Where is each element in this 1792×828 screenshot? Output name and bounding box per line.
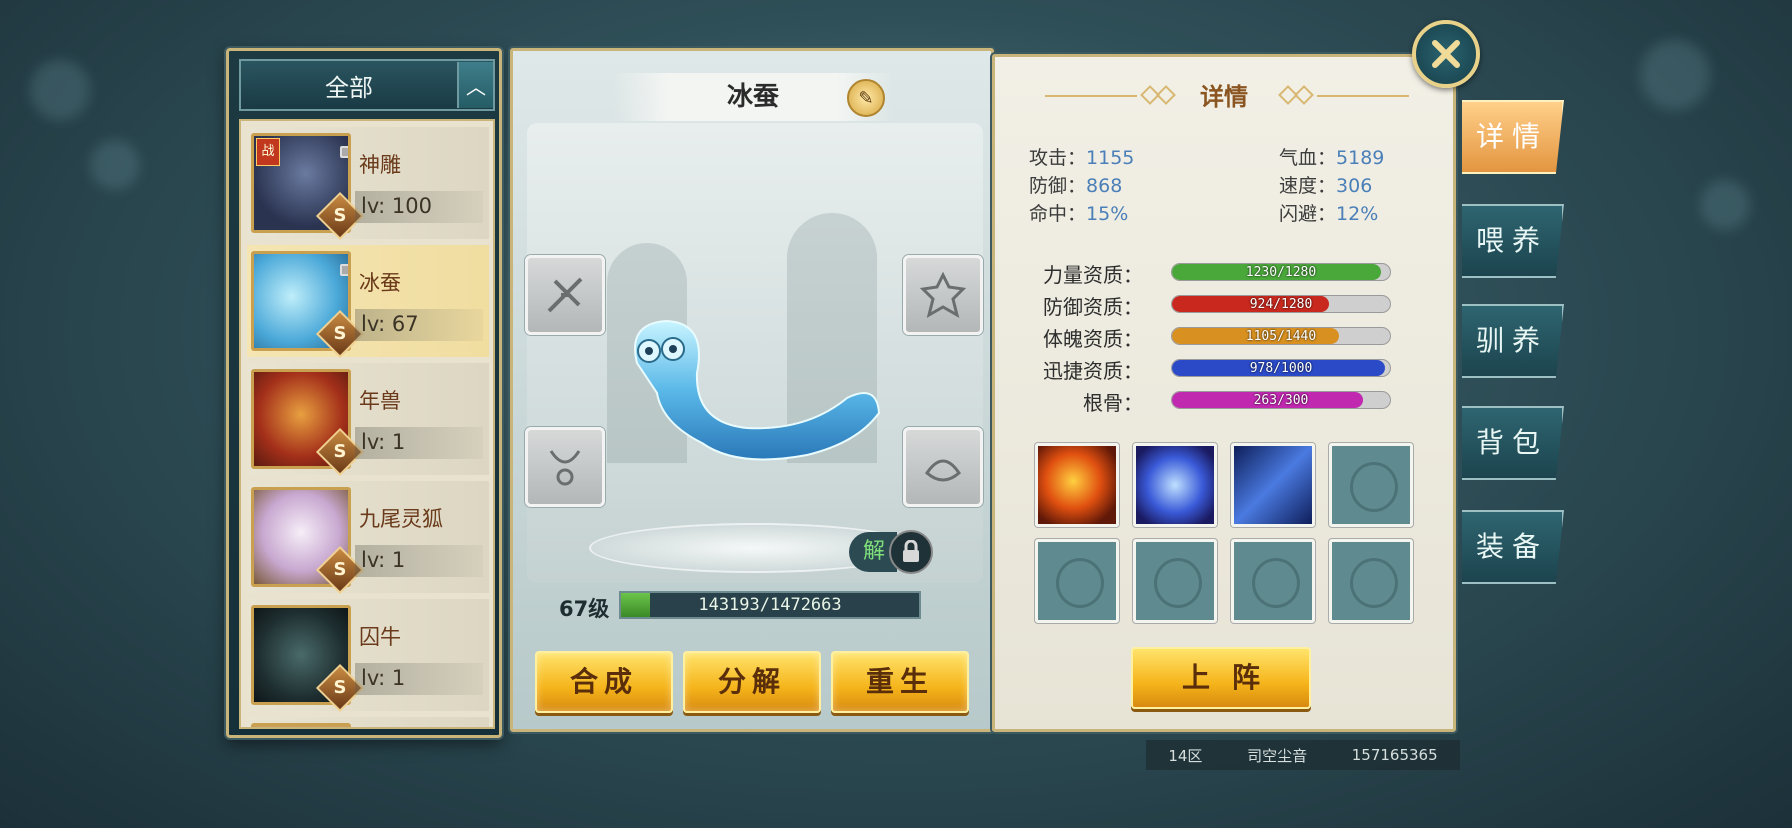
- aptitude-value: 1105/1440: [1245, 329, 1317, 344]
- skill-slot-fire[interactable]: [1035, 443, 1119, 527]
- pet-name: 囚牛: [359, 625, 401, 649]
- aptitude-bar: 1105/1440: [1171, 327, 1391, 345]
- equip-slot-amulet[interactable]: [525, 427, 605, 507]
- lock-icon: [340, 146, 348, 158]
- necklace-icon: [549, 450, 581, 486]
- skill-slot-claw[interactable]: [1231, 443, 1315, 527]
- lock-icon: [340, 264, 348, 276]
- aptitude-value: 924/1280: [1249, 297, 1313, 312]
- pet-list-item[interactable]: S 年兽 lv: 1: [247, 363, 489, 477]
- pet-name: 年兽: [359, 389, 401, 413]
- filter-label: 全部: [325, 73, 373, 102]
- pet-list[interactable]: 战 S 神雕 lv: 100 S 冰蚕 lv: 67 S 年兽 lv: 1 S …: [239, 119, 495, 729]
- pet-display-panel: 冰蚕 ✎ 解 67级 143193/1472663 合成 分解 重生: [510, 48, 994, 732]
- pet-level: lv: 100: [361, 194, 432, 218]
- background-light: [30, 60, 90, 120]
- skill-slot-empty[interactable]: [1035, 539, 1119, 623]
- details-panel: 详情 攻击：1155 气血：5189 防御：868 速度：306 命中：15% …: [992, 54, 1456, 732]
- pet-level-label: 67级: [559, 597, 610, 621]
- deploy-button[interactable]: 上阵: [1131, 647, 1311, 709]
- equip-slot-ring[interactable]: [903, 427, 983, 507]
- background-light: [90, 140, 140, 190]
- stat-hp: 气血：5189: [1279, 147, 1385, 169]
- pet-portrait-icon: [251, 723, 351, 727]
- equip-slot-weapon[interactable]: [525, 255, 605, 335]
- equip-slot-armor[interactable]: [903, 255, 983, 335]
- aptitude-bar: 924/1280: [1171, 295, 1391, 313]
- exp-progress-bar: 143193/1472663: [619, 591, 921, 619]
- aptitude-bar: 978/1000: [1171, 359, 1391, 377]
- aptitude-bar: 1230/1280: [1171, 263, 1391, 281]
- tab-train[interactable]: 驯养: [1462, 304, 1564, 378]
- aptitude-label: 体魄资质：: [1043, 327, 1143, 351]
- skill-slot-empty[interactable]: [1329, 539, 1413, 623]
- pet-level-bar: lv: 100: [355, 191, 483, 223]
- pet-list-item[interactable]: S 囚牛 lv: 1: [247, 599, 489, 713]
- exp-text: 143193/1472663: [698, 595, 842, 615]
- pet-level-bar: lv: 67: [355, 309, 483, 341]
- stat-dodge: 闪避：12%: [1279, 203, 1379, 225]
- tab-feed[interactable]: 喂养: [1462, 204, 1564, 278]
- aptitude-label: 迅捷资质：: [1043, 359, 1143, 383]
- pet-level: lv: 1: [361, 430, 406, 454]
- aptitude-bar: 263/300: [1171, 391, 1391, 409]
- battle-tag: 战: [256, 138, 280, 166]
- tab-details[interactable]: 详情: [1462, 100, 1564, 174]
- rebirth-button[interactable]: 重生: [831, 651, 969, 713]
- unlock-control[interactable]: 解: [849, 530, 934, 574]
- chevron-up-icon[interactable]: ︿: [457, 62, 493, 108]
- stat-speed: 速度：306: [1279, 175, 1373, 197]
- pet-list-item[interactable]: [247, 717, 489, 727]
- weapon-icon: [547, 277, 583, 313]
- aptitude-value: 263/300: [1253, 393, 1309, 408]
- background-light: [1640, 40, 1710, 110]
- skill-slot-shield[interactable]: [1133, 443, 1217, 527]
- spiked-armor-icon: [919, 271, 967, 319]
- tab-equipment[interactable]: 装备: [1462, 510, 1564, 584]
- pet-list-item-selected[interactable]: S 冰蚕 lv: 67: [247, 245, 489, 359]
- skill-slot-empty[interactable]: [1231, 539, 1315, 623]
- edit-name-icon[interactable]: ✎: [847, 79, 885, 117]
- close-icon: [1432, 40, 1460, 68]
- lock-icon[interactable]: [889, 530, 934, 574]
- decompose-button[interactable]: 分解: [683, 651, 821, 713]
- aptitude-value: 978/1000: [1249, 361, 1313, 376]
- player-info-bar: 14区 司空尘音 157165365: [1146, 740, 1460, 770]
- compose-button[interactable]: 合成: [535, 651, 673, 713]
- skill-slot-empty[interactable]: [1329, 443, 1413, 527]
- pet-name: 九尾灵狐: [359, 507, 443, 531]
- pet-list-item[interactable]: S 九尾灵狐 lv: 1: [247, 481, 489, 595]
- filter-dropdown[interactable]: 全部 ︿: [239, 59, 495, 111]
- pet-level-bar: lv: 1: [355, 427, 483, 459]
- pet-list-panel: 全部 ︿ 战 S 神雕 lv: 100 S 冰蚕 lv: 67 S 年兽 lv:…: [226, 48, 502, 738]
- pet-level: lv: 1: [361, 548, 406, 572]
- pet-name: 冰蚕: [359, 271, 401, 295]
- server-label: 14区: [1168, 746, 1203, 765]
- ice-silkworm-icon: [634, 319, 881, 461]
- claw-ring-icon: [925, 459, 961, 482]
- stat-hit: 命中：15%: [1029, 203, 1129, 225]
- player-id: 157165365: [1351, 746, 1438, 764]
- aptitude-label: 根骨：: [1083, 391, 1143, 415]
- pet-level: lv: 67: [361, 312, 419, 336]
- tab-bag[interactable]: 背包: [1462, 406, 1564, 480]
- pet-title: 冰蚕: [726, 82, 779, 112]
- pet-level-bar: lv: 1: [355, 545, 483, 577]
- aptitude-label: 力量资质：: [1043, 263, 1143, 287]
- stat-defense: 防御：868: [1029, 175, 1123, 197]
- pet-list-item[interactable]: 战 S 神雕 lv: 100: [247, 127, 489, 241]
- pet-level-bar: lv: 1: [355, 663, 483, 695]
- pet-level: lv: 1: [361, 666, 406, 690]
- aptitude-label: 防御资质：: [1043, 295, 1143, 319]
- player-name: 司空尘音: [1247, 746, 1308, 765]
- pet-scene: [527, 123, 983, 583]
- divider: [1317, 95, 1409, 97]
- pet-name: 神雕: [359, 153, 401, 177]
- background-light: [1700, 180, 1750, 230]
- stat-attack: 攻击：1155: [1029, 147, 1135, 169]
- close-button[interactable]: [1412, 20, 1480, 88]
- aptitude-value: 1230/1280: [1245, 265, 1317, 280]
- skill-slot-empty[interactable]: [1133, 539, 1217, 623]
